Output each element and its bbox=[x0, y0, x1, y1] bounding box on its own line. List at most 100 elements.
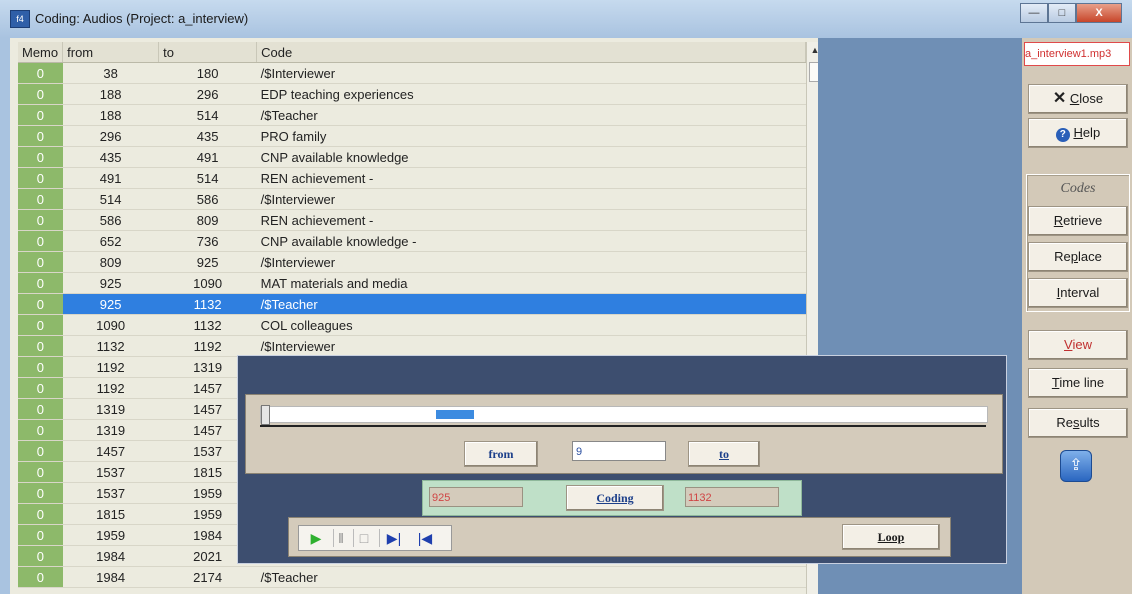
cell-code: REN achievement - bbox=[256, 167, 806, 189]
cell-code: MAT materials and media bbox=[256, 272, 806, 294]
retrieve-button[interactable]: Retrieve bbox=[1028, 206, 1128, 236]
help-icon: ? bbox=[1055, 128, 1070, 142]
cell-memo: 0 bbox=[18, 524, 63, 546]
coding-to-field[interactable]: 1132 bbox=[685, 487, 779, 507]
cell-memo: 0 bbox=[18, 503, 63, 525]
cell-code: EDP teaching experiences bbox=[256, 83, 806, 105]
help-label-rest: elp bbox=[1082, 125, 1101, 140]
from-button-label: from bbox=[488, 447, 514, 461]
file-name-label: a_interview1.mp3 bbox=[1024, 42, 1130, 66]
scroll-thumb[interactable] bbox=[809, 62, 818, 82]
timeline-line bbox=[260, 425, 986, 427]
cell-memo: 0 bbox=[18, 398, 63, 420]
skip-start-icon[interactable]: |◀ bbox=[411, 529, 439, 547]
cell-code: COL colleagues bbox=[256, 314, 806, 336]
table-row[interactable]: 0 1132 1192/$Interviewer bbox=[18, 335, 806, 357]
close-button[interactable]: ✕ Close bbox=[1028, 84, 1128, 114]
table-row[interactable]: 0 491 514 REN achievement - bbox=[18, 167, 806, 189]
cell-memo: 0 bbox=[18, 230, 63, 252]
replace-button[interactable]: Replace bbox=[1028, 242, 1128, 272]
table-row[interactable]: 0 1090 1132 COL colleagues bbox=[18, 314, 806, 336]
sidebar: a_interview1.mp3 ✕ Close ? Help Codes Re… bbox=[1022, 38, 1132, 594]
header-to[interactable]: to bbox=[158, 42, 258, 63]
cell-from: 1984 bbox=[62, 545, 159, 567]
coding-button[interactable]: Coding bbox=[566, 485, 664, 511]
replace-label-rest: lace bbox=[1078, 249, 1102, 264]
slider-handle[interactable] bbox=[261, 405, 270, 425]
cell-to: 491 bbox=[158, 146, 257, 168]
cell-memo: 0 bbox=[18, 251, 63, 273]
table-row[interactable]: 0 296 435 PRO family bbox=[18, 125, 806, 147]
cell-code: /$Teacher bbox=[256, 104, 806, 126]
stop-icon[interactable]: □ bbox=[353, 529, 374, 547]
title-bar: f4 Coding: Audios (Project: a_interview)… bbox=[0, 0, 1132, 39]
table-header-row: Memo from to Code bbox=[18, 42, 806, 63]
table-row[interactable]: 0 1984 2174/$Teacher bbox=[18, 566, 806, 588]
coding-from-field[interactable]: 925 bbox=[429, 487, 523, 507]
close-window-button[interactable]: X bbox=[1076, 3, 1122, 23]
view-button[interactable]: View bbox=[1028, 330, 1128, 360]
scroll-up-arrow-icon[interactable]: ▲ bbox=[807, 42, 818, 58]
coding-panel: 925 Coding 1132 bbox=[422, 480, 802, 516]
cell-from: 1457 bbox=[62, 440, 159, 462]
cell-from: 1319 bbox=[62, 419, 159, 441]
cell-to: 1192 bbox=[158, 335, 257, 357]
close-label-underline: C bbox=[1069, 91, 1080, 106]
table-row[interactable]: 0 188 514/$Teacher bbox=[18, 104, 806, 126]
loop-button[interactable]: Loop bbox=[842, 524, 940, 550]
pause-icon[interactable]: ‖ bbox=[333, 529, 348, 547]
skip-end-icon[interactable]: ▶| bbox=[379, 529, 408, 547]
cell-from: 296 bbox=[62, 125, 159, 147]
cell-from: 652 bbox=[62, 230, 159, 252]
cell-to: 1090 bbox=[158, 272, 257, 294]
to-button[interactable]: to bbox=[688, 441, 760, 467]
cell-memo: 0 bbox=[18, 272, 63, 294]
cell-from: 1815 bbox=[62, 503, 159, 525]
cell-memo: 0 bbox=[18, 377, 63, 399]
app-icon: f4 bbox=[10, 10, 30, 28]
cell-from: 1984 bbox=[62, 566, 159, 588]
cell-to: 180 bbox=[158, 62, 257, 84]
cell-from: 514 bbox=[62, 188, 159, 210]
header-from[interactable]: from bbox=[62, 42, 160, 63]
cell-from: 1132 bbox=[62, 335, 159, 357]
table-row[interactable]: 0 809 925/$Interviewer bbox=[18, 251, 806, 273]
help-label-underline: H bbox=[1073, 125, 1083, 140]
header-code[interactable]: Code bbox=[256, 42, 806, 63]
header-memo[interactable]: Memo bbox=[18, 42, 64, 63]
table-row[interactable]: 0 925 1132/$Teacher bbox=[18, 293, 806, 315]
position-input[interactable]: 9 bbox=[572, 441, 666, 461]
results-label-prefix: Re bbox=[1056, 415, 1073, 430]
play-icon[interactable]: ▶ bbox=[305, 529, 327, 547]
help-button[interactable]: ? Help bbox=[1028, 118, 1128, 148]
cell-code: /$Teacher bbox=[256, 293, 806, 315]
cell-to: 586 bbox=[158, 188, 257, 210]
table-row[interactable]: 0 514 586/$Interviewer bbox=[18, 188, 806, 210]
maximize-button[interactable]: □ bbox=[1048, 3, 1076, 23]
cell-from: 491 bbox=[62, 167, 159, 189]
coding-button-label: Coding bbox=[596, 491, 634, 505]
cell-to: 514 bbox=[158, 167, 257, 189]
from-button[interactable]: from bbox=[464, 441, 538, 467]
table-row[interactable]: 0 435 491 CNP available knowledge bbox=[18, 146, 806, 168]
table-row[interactable]: 0 652 736 CNP available knowledge - bbox=[18, 230, 806, 252]
replace-label-underline: p bbox=[1070, 249, 1078, 264]
minimize-button[interactable]: — bbox=[1020, 3, 1048, 23]
table-row[interactable]: 0 586 809 REN achievement - bbox=[18, 209, 806, 231]
cell-code: /$Interviewer bbox=[256, 251, 806, 273]
replace-label-prefix: Re bbox=[1054, 249, 1071, 264]
position-slider[interactable] bbox=[260, 405, 988, 425]
results-button[interactable]: Results bbox=[1028, 408, 1128, 438]
timeline-button[interactable]: Time line bbox=[1028, 368, 1128, 398]
table-row[interactable]: 0 188 296 EDP teaching experiences bbox=[18, 83, 806, 105]
interval-button[interactable]: Interval bbox=[1028, 278, 1128, 308]
cell-memo: 0 bbox=[18, 482, 63, 504]
table-row[interactable]: 0 38 180/$Interviewer bbox=[18, 62, 806, 84]
window-title: Coding: Audios (Project: a_interview) bbox=[35, 11, 249, 26]
table-row[interactable]: 0 925 1090 MAT materials and media bbox=[18, 272, 806, 294]
cell-memo: 0 bbox=[18, 146, 63, 168]
export-icon[interactable]: ⇪ bbox=[1060, 450, 1092, 482]
cell-to: 2174 bbox=[158, 566, 257, 588]
cell-memo: 0 bbox=[18, 83, 63, 105]
cell-memo: 0 bbox=[18, 419, 63, 441]
